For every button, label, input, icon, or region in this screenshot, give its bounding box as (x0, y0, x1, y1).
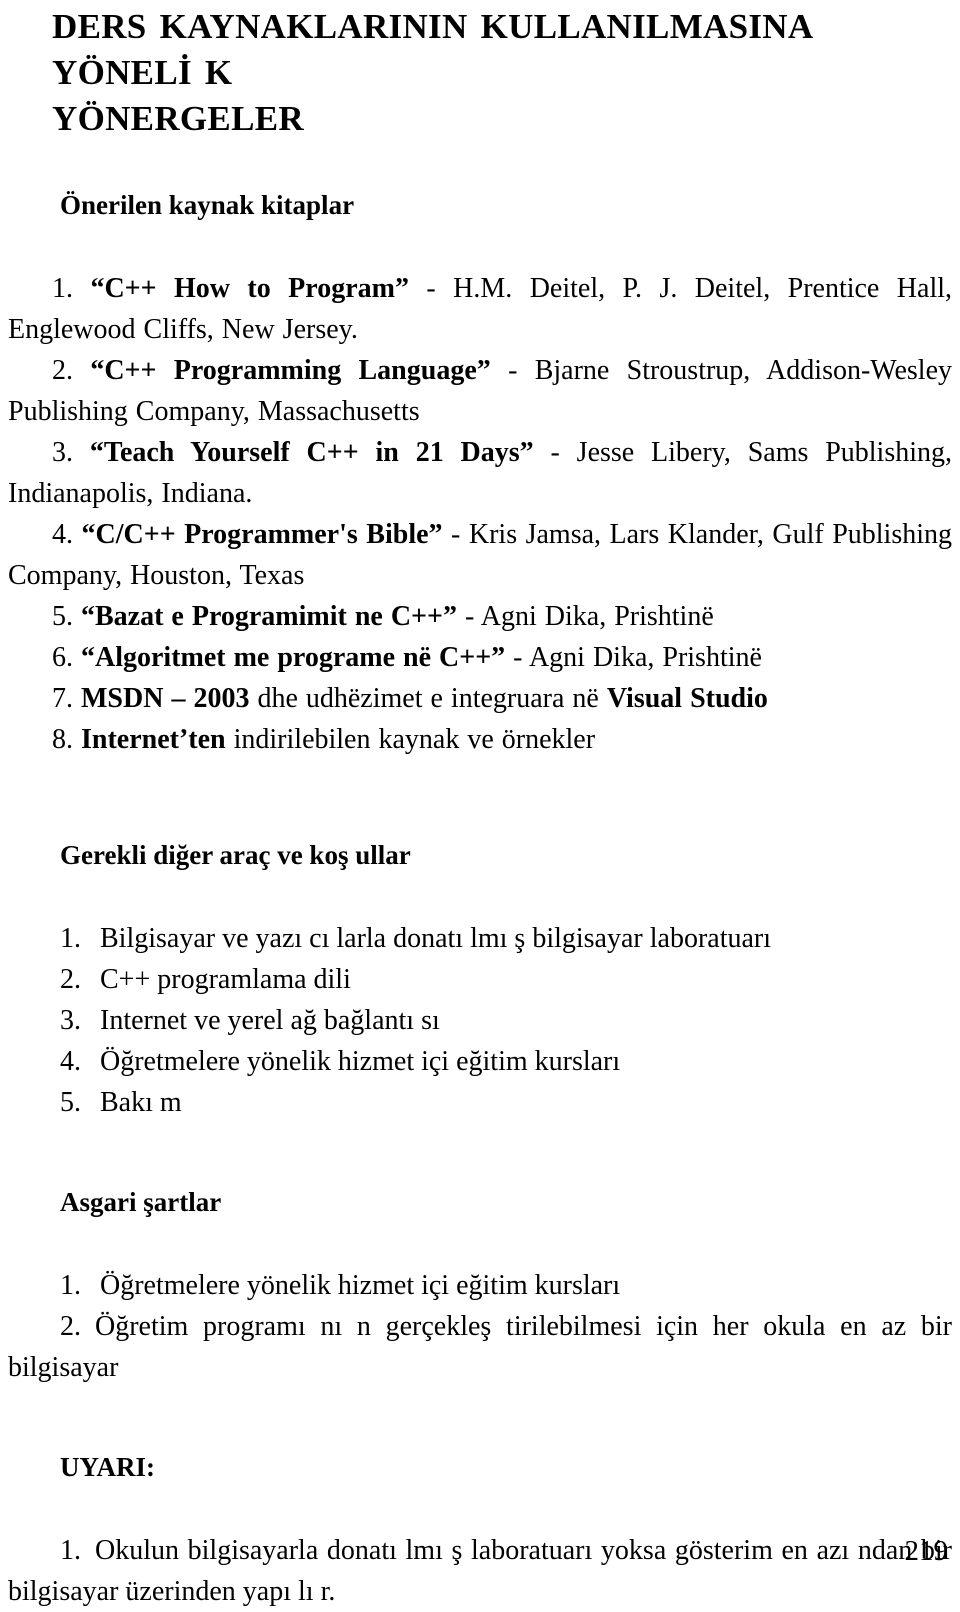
list-item-rest: - Agni Dika, Prishtinë (456, 601, 714, 632)
list-item-text: Öğretmelere yönelik hizmet içi eğitim ku… (100, 1270, 621, 1301)
list-item-number: 6. (52, 642, 73, 673)
list-item-number: 3. (52, 437, 73, 468)
list-item: 2. “C++ Programming Language” - Bjarne S… (8, 350, 952, 432)
warning-list: 1. Okulun bilgisayarla donatı lmı ş labor… (8, 1530, 952, 1612)
list-item-text: C++ programlama dili (100, 964, 351, 995)
list-item-title: “Bazat e Programimit ne C++” (81, 601, 457, 632)
list-item-number: 2. (60, 1311, 81, 1342)
page-title-line-1: DERS KAYNAKLARININ KULLANILMASINA YÖNELİ… (52, 7, 812, 92)
list-item-number: 2. (52, 355, 73, 386)
list-item-number: 4. (60, 1046, 81, 1077)
list-item-title: “C++ Programming Language” (90, 355, 491, 386)
list-item-number: 3. (60, 1005, 81, 1036)
list-item-text: Bakı m (100, 1087, 182, 1118)
list-item-trailing-bold: Visual Studio (606, 683, 768, 714)
list-item: 1. Okulun bilgisayarla donatı lmı ş labor… (8, 1530, 952, 1612)
section-heading-books: Önerilen kaynak kitaplar (60, 190, 355, 220)
section-heading-warning: UYARI: (60, 1452, 156, 1482)
list-item-text: Öğretmelere yönelik hizmet içi eğitim ku… (100, 1046, 621, 1077)
page-title-line-2: YÖNERGELER (52, 99, 304, 138)
list-item-number: 8. (52, 724, 73, 755)
list-item-title: “Teach Yourself C++ in 21 Days” (89, 437, 534, 468)
list-item-number: 5. (60, 1087, 81, 1118)
document-page: DERS KAYNAKLARININ KULLANILMASINA YÖNELİ… (0, 0, 960, 1607)
minimum-list: 1. Öğretmelere yönelik hizmet içi eğitim … (8, 1265, 952, 1388)
list-item-title: “C/C++ Programmer's Bible” (81, 519, 443, 550)
list-item-text: Internet ve yerel ağ bağlantı sı (100, 1005, 440, 1036)
list-item-number: 1. (60, 1535, 81, 1566)
list-item: 1. Öğretmelere yönelik hizmet içi eğitim … (8, 1265, 952, 1306)
list-item-title: MSDN – 2003 (81, 683, 250, 714)
tools-list: 1. Bilgisayar ve yazı cı larla donatı lmı… (8, 918, 952, 1123)
list-item: 2. Öğretim programı nı n gerçekleş tirile… (8, 1306, 952, 1388)
list-item-rest: dhe udhëzimet e integruara në (249, 683, 607, 714)
list-item-rest: indirilebilen kaynak ve örnekler (225, 724, 596, 755)
list-item: 7. MSDN – 2003 dhe udhëzimet e integruar… (8, 678, 952, 719)
list-item: 8. Internet’ten indirilebilen kaynak ve … (8, 719, 952, 760)
list-item: 3. “Teach Yourself C++ in 21 Days” - Jes… (8, 432, 952, 514)
list-item-text: Öğretim programı nı n gerçekleş tirilebi… (8, 1311, 952, 1383)
section-heading-minimum: Asgari şartlar (60, 1187, 222, 1217)
list-item-number: 2. (60, 964, 81, 995)
list-item-number: 1. (60, 923, 81, 954)
list-item-number: 7. (52, 683, 73, 714)
list-item: 2. C++ programlama dili (8, 959, 952, 1000)
list-item: 1. “C++ How to Program” - H.M. Deitel, P… (8, 268, 952, 350)
list-item-rest: - Agni Dika, Prishtinë (505, 642, 762, 673)
list-item: 4. Öğretmelere yönelik hizmet içi eğitim … (8, 1041, 952, 1082)
list-item: 1. Bilgisayar ve yazı cı larla donatı lmı… (8, 918, 952, 959)
list-item: 5. “Bazat e Programimit ne C++” - Agni D… (8, 596, 952, 637)
list-item: 5. Bakı m (8, 1082, 952, 1123)
page-title: DERS KAYNAKLARININ KULLANILMASINA YÖNELİ… (8, 0, 952, 142)
books-list: 1. “C++ How to Program” - H.M. Deitel, P… (8, 268, 952, 760)
list-item-number: 4. (52, 519, 73, 550)
list-item-number: 5. (52, 601, 73, 632)
list-item-number: 1. (60, 1270, 81, 1301)
list-item-title: “Algoritmet me programe në C++” (81, 642, 506, 673)
list-item-title: “C++ How to Program” (90, 273, 409, 304)
list-item-number: 1. (52, 273, 73, 304)
list-item: 4. “C/C++ Programmer's Bible” - Kris Jam… (8, 514, 952, 596)
list-item-title: Internet’ten (81, 724, 226, 755)
list-item-text: Bilgisayar ve yazı cı larla donatı lmı ş… (100, 923, 772, 954)
page-number: 219 (904, 1535, 949, 1567)
list-item: 3. Internet ve yerel ağ bağlantı sı (8, 1000, 952, 1041)
list-item: 6. “Algoritmet me programe në C++” - Agn… (8, 637, 952, 678)
list-item-text: Okulun bilgisayarla donatı lmı ş laborat… (8, 1535, 952, 1607)
section-heading-tools: Gerekli diğer araç ve koş ullar (60, 840, 411, 870)
